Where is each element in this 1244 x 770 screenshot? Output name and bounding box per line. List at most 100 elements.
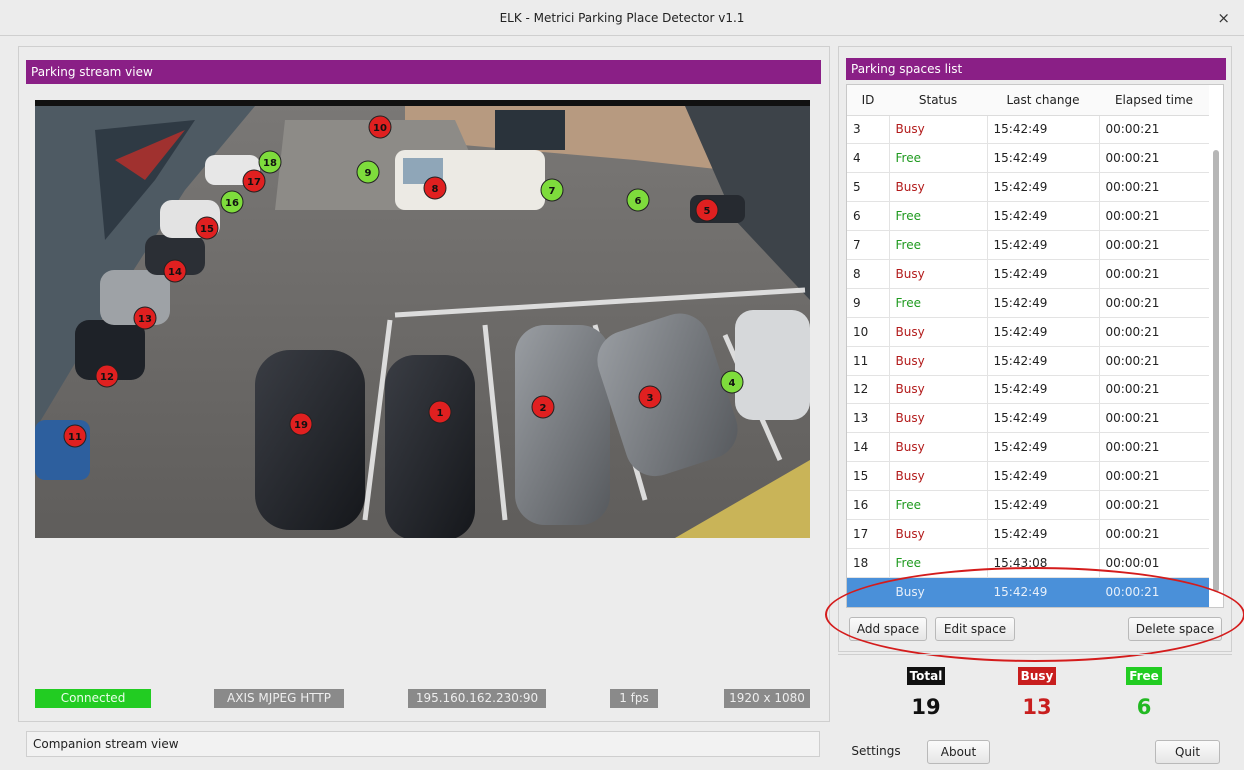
table-row[interactable]: 12 Busy 15:42:49 00:00:21 bbox=[847, 375, 1209, 405]
edit-space-button[interactable]: Edit space bbox=[935, 617, 1015, 641]
column-header-elapsed-time[interactable]: Elapsed time bbox=[1099, 85, 1209, 116]
parking-space-marker: 1 bbox=[428, 400, 452, 424]
row-elapsed-time: 00:00:21 bbox=[1099, 519, 1209, 549]
parking-video-feed: 1 2 3 4 5 6 7 8 9 10 11 12 13 14 15 16 17 18 19 bbox=[35, 100, 810, 538]
busy-label: Busy bbox=[1018, 667, 1056, 685]
stream-fps-badge: 1 fps bbox=[610, 689, 658, 708]
parking-space-marker: 7 bbox=[540, 178, 564, 202]
table-row[interactable]: 15 Busy 15:42:49 00:00:21 bbox=[847, 461, 1209, 492]
about-button[interactable]: About bbox=[927, 740, 990, 764]
summary-divider bbox=[838, 654, 1232, 655]
row-last-change: 15:42:49 bbox=[987, 201, 1100, 232]
row-status: Free bbox=[889, 230, 988, 260]
marker-label: 1 bbox=[437, 408, 444, 419]
table-row[interactable]: 18 Free 15:43:08 00:00:01 bbox=[847, 548, 1209, 578]
row-id: 13 bbox=[847, 403, 890, 434]
stream-header: Parking stream view bbox=[26, 60, 821, 84]
row-elapsed-time: 00:00:21 bbox=[1099, 143, 1209, 174]
stream-protocol-badge: AXIS MJPEG HTTP bbox=[214, 689, 344, 708]
delete-space-button[interactable]: Delete space bbox=[1128, 617, 1222, 641]
row-id: 11 bbox=[847, 346, 890, 376]
row-status: Busy bbox=[889, 259, 988, 289]
row-id: 9 bbox=[847, 288, 890, 318]
row-elapsed-time: 00:00:21 bbox=[1099, 461, 1209, 492]
parking-space-marker: 2 bbox=[531, 395, 555, 419]
spaces-header: Parking spaces list bbox=[846, 58, 1226, 80]
parking-space-marker: 15 bbox=[195, 216, 219, 240]
table-row[interactable]: 13 Busy 15:42:49 00:00:21 bbox=[847, 403, 1209, 434]
row-id: 3 bbox=[847, 115, 890, 145]
table-row[interactable]: 5 Busy 15:42:49 00:00:21 bbox=[847, 172, 1209, 203]
table-row[interactable]: 7 Free 15:42:49 00:00:21 bbox=[847, 230, 1209, 260]
parking-space-marker: 5 bbox=[695, 198, 719, 222]
marker-label: 11 bbox=[68, 432, 82, 443]
row-status: Busy bbox=[889, 577, 988, 607]
free-label: Free bbox=[1126, 667, 1162, 685]
row-status: Busy bbox=[889, 172, 988, 203]
row-last-change: 15:42:49 bbox=[987, 577, 1100, 607]
parking-space-marker: 8 bbox=[423, 176, 447, 200]
row-id: 4 bbox=[847, 143, 890, 174]
row-id: 17 bbox=[847, 519, 890, 549]
marker-label: 8 bbox=[432, 184, 439, 195]
parking-spaces-table[interactable]: ID Status Last change Elapsed time 3 Busy… bbox=[846, 84, 1224, 608]
row-elapsed-time: 00:00:21 bbox=[1099, 288, 1209, 318]
row-last-change: 15:42:49 bbox=[987, 461, 1100, 492]
table-row[interactable]: 8 Busy 15:42:49 00:00:21 bbox=[847, 259, 1209, 289]
companion-stream-view[interactable]: Companion stream view bbox=[26, 731, 820, 757]
parking-space-marker: 12 bbox=[95, 364, 119, 388]
marker-label: 4 bbox=[729, 378, 736, 389]
column-header-id[interactable]: ID bbox=[847, 85, 889, 116]
column-header-status[interactable]: Status bbox=[889, 85, 987, 116]
window-title: ELK - Metrici Parking Place Detector v1.… bbox=[499, 10, 745, 25]
row-id: 8 bbox=[847, 259, 890, 289]
table-row[interactable]: 6 Free 15:42:49 00:00:21 bbox=[847, 201, 1209, 232]
table-row[interactable]: 14 Busy 15:42:49 00:00:21 bbox=[847, 432, 1209, 463]
table-row[interactable]: 11 Busy 15:42:49 00:00:21 bbox=[847, 346, 1209, 376]
parking-space-marker: 11 bbox=[63, 424, 87, 448]
total-count: 19 bbox=[911, 695, 941, 719]
row-last-change: 15:42:49 bbox=[987, 317, 1100, 347]
row-status: Busy bbox=[889, 115, 988, 145]
parking-space-marker: 4 bbox=[720, 370, 744, 394]
row-id: 18 bbox=[847, 548, 890, 578]
column-header-last-change[interactable]: Last change bbox=[987, 85, 1099, 116]
quit-button[interactable]: Quit bbox=[1155, 740, 1220, 764]
row-status: Free bbox=[889, 490, 988, 520]
table-scrollbar[interactable] bbox=[1210, 86, 1222, 606]
table-row[interactable]: 4 Free 15:42:49 00:00:21 bbox=[847, 143, 1209, 174]
close-icon[interactable]: × bbox=[1217, 9, 1230, 27]
row-last-change: 15:42:49 bbox=[987, 230, 1100, 260]
marker-label: 5 bbox=[704, 206, 711, 217]
parking-space-marker: 3 bbox=[638, 385, 662, 409]
marker-label: 10 bbox=[373, 123, 387, 134]
row-last-change: 15:42:49 bbox=[987, 346, 1100, 376]
table-row[interactable]: 3 Busy 15:42:49 00:00:21 bbox=[847, 115, 1209, 145]
row-id: 6 bbox=[847, 201, 890, 232]
stream-address-badge: 195.160.162.230:90 bbox=[408, 689, 546, 708]
settings-button[interactable]: Settings bbox=[840, 740, 912, 764]
marker-label: 14 bbox=[168, 267, 182, 278]
row-id: 10 bbox=[847, 317, 890, 347]
row-status: Busy bbox=[889, 403, 988, 434]
total-label: Total bbox=[907, 667, 945, 685]
row-elapsed-time: 00:00:01 bbox=[1099, 548, 1209, 578]
row-last-change: 15:42:49 bbox=[987, 432, 1100, 463]
row-id: 15 bbox=[847, 461, 890, 492]
table-row[interactable]: Busy 15:42:49 00:00:21 bbox=[847, 577, 1209, 607]
parking-space-marker: 17 bbox=[242, 169, 266, 193]
table-row[interactable]: 10 Busy 15:42:49 00:00:21 bbox=[847, 317, 1209, 347]
row-last-change: 15:43:08 bbox=[987, 548, 1100, 578]
free-count: 6 bbox=[1136, 695, 1152, 719]
row-elapsed-time: 00:00:21 bbox=[1099, 259, 1209, 289]
table-row[interactable]: 17 Busy 15:42:49 00:00:21 bbox=[847, 519, 1209, 549]
table-row[interactable]: 9 Free 15:42:49 00:00:21 bbox=[847, 288, 1209, 318]
table-row[interactable]: 16 Free 15:42:49 00:00:21 bbox=[847, 490, 1209, 520]
row-elapsed-time: 00:00:21 bbox=[1099, 346, 1209, 376]
marker-label: 17 bbox=[247, 177, 261, 188]
scrollbar-thumb[interactable] bbox=[1213, 150, 1219, 592]
row-elapsed-time: 00:00:21 bbox=[1099, 115, 1209, 145]
add-space-button[interactable]: Add space bbox=[849, 617, 927, 641]
row-status: Free bbox=[889, 201, 988, 232]
row-elapsed-time: 00:00:21 bbox=[1099, 490, 1209, 520]
